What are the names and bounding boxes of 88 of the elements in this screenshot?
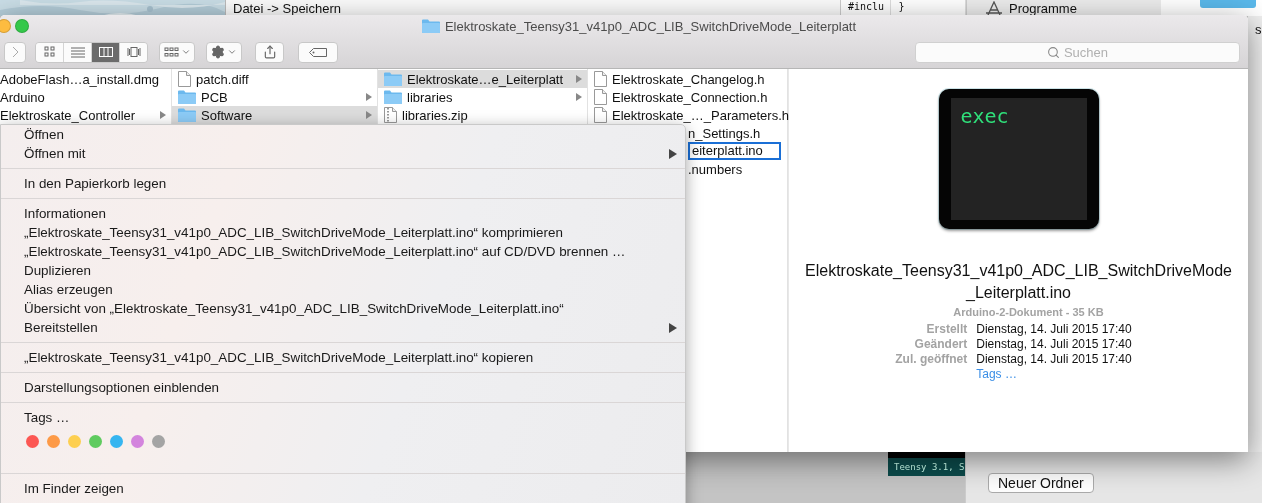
folder-icon <box>178 90 196 104</box>
file-row[interactable]: libraries.zip <box>378 106 587 124</box>
file-row[interactable]: Elektroskate_Controller <box>0 106 171 124</box>
forward-button[interactable] <box>4 41 26 63</box>
document-icon <box>594 107 607 123</box>
menu-item[interactable]: „Elektroskate_Teensy31_v41p0_ADC_LIB_SwitchDriveMode_Leiterplatt.ino“ komprimieren <box>1 223 685 242</box>
columns-icon <box>98 46 113 58</box>
icon-text: exec <box>960 104 1009 128</box>
menu-item[interactable]: Übersicht von „Elektroskate_Teensy31_v41p0_ADC_LIB_SwitchDriveMode_Leiterplatt.ino“ <box>1 299 685 318</box>
tag-color-dot[interactable] <box>47 435 60 448</box>
menu-item[interactable]: „Elektroskate_Teensy31_v41p0_ADC_LIB_SwitchDriveMode_Leiterplatt.ino“ kopieren <box>1 348 685 367</box>
menu-path-text: Datei -> Speichern <box>233 0 342 16</box>
share-icon <box>262 45 277 59</box>
tag-color-dot[interactable] <box>26 435 39 448</box>
new-folder-button[interactable]: Neuer Ordner <box>988 472 1094 493</box>
zoom-button[interactable] <box>15 19 29 33</box>
file-row[interactable]: PCB <box>172 88 377 106</box>
info-label: Zul. geöffnet <box>895 352 968 366</box>
window-edge-text: s <box>1255 22 1262 37</box>
document-icon <box>594 71 607 87</box>
chevron-right-icon <box>11 46 19 58</box>
submenu-arrow-icon <box>669 148 677 159</box>
file-row[interactable]: Elektroskate_…_Parameters.h <box>588 106 787 124</box>
menu-item[interactable]: Informationen <box>1 204 685 223</box>
tag-color-dot[interactable] <box>152 435 165 448</box>
file-row[interactable]: Elektroskate_Connection.h <box>588 88 787 106</box>
minimize-button[interactable] <box>0 19 11 33</box>
tags-link[interactable]: Tags … <box>976 367 1132 381</box>
tag-color-dot[interactable] <box>89 435 102 448</box>
chevron-down-icon <box>227 47 237 57</box>
settings-icon <box>211 45 225 59</box>
info-value: Dienstag, 14. Juli 2015 17:40 <box>976 352 1132 366</box>
file-row[interactable]: Elektroskate_Changelog.h <box>588 70 787 88</box>
menu-item[interactable]: In den Papierkorb legen <box>1 174 685 193</box>
file-row[interactable]: AdobeFlash…a_install.dmg <box>0 70 171 88</box>
list-icon <box>70 46 85 58</box>
disclosure-arrow-icon <box>366 111 372 119</box>
cover-flow-icon <box>126 46 141 58</box>
zip-file-icon <box>384 107 397 123</box>
menu-item[interactable]: Alias erzeugen <box>1 280 685 299</box>
app-store-icon <box>985 1 1003 15</box>
info-label: Geändert <box>913 337 968 351</box>
info-value: Dienstag, 14. Juli 2015 17:40 <box>976 322 1132 336</box>
grid-icon <box>42 46 57 58</box>
disclosure-arrow-icon <box>366 93 372 101</box>
selected-file-row[interactable]: Software <box>172 106 377 124</box>
menu-item[interactable]: Duplizieren <box>1 261 685 280</box>
menu-item[interactable]: Bereitstellen <box>1 318 685 337</box>
arrange-button[interactable] <box>159 41 195 63</box>
menu-item[interactable]: „Elektroskate_Teensy31_v41p0_ADC_LIB_SwitchDriveMode_Leiterplatt.ino“ auf CD/DVD brennen … <box>1 242 685 261</box>
menu-item[interactable]: Tags … <box>1 408 685 427</box>
document-icon <box>594 89 607 105</box>
search-icon <box>1046 45 1060 59</box>
view-mode-button[interactable] <box>91 42 119 62</box>
share-button[interactable] <box>255 41 284 63</box>
disclosure-arrow-icon <box>160 111 166 119</box>
chevron-down-icon <box>180 47 191 57</box>
disclosure-arrow-icon <box>576 75 582 83</box>
tag-color-dot[interactable] <box>110 435 123 448</box>
folder-icon <box>421 19 440 33</box>
window-title: Elektroskate_Teensy31_v41p0_ADC_LIB_SwitchDriveMode_Leiterplatt <box>444 18 857 34</box>
submenu-arrow-icon <box>669 322 677 333</box>
file-name: Elektroskate_Teensy31_v41p0_ADC_LIB_SwitchDriveMode_Leiterplatt.ino <box>804 261 1233 303</box>
view-mode-button[interactable] <box>36 42 63 62</box>
file-row[interactable]: Arduino <box>0 88 171 106</box>
document-icon <box>178 71 191 87</box>
action-button[interactable] <box>206 41 242 63</box>
info-label: Erstellt <box>925 322 968 336</box>
rename-field[interactable]: eiterplatt.ino <box>688 142 781 160</box>
info-value: Dienstag, 14. Juli 2015 17:40 <box>976 337 1132 351</box>
tags-button[interactable] <box>298 41 338 63</box>
file-kind-size: Arduino-2-Dokument - 35 KB <box>952 306 1104 318</box>
folder-icon <box>384 90 402 104</box>
tag-color-dot[interactable] <box>131 435 144 448</box>
file-row[interactable]: patch.diff <box>172 70 377 88</box>
folder-icon <box>178 108 196 122</box>
menu-item[interactable]: Darstellungsoptionen einblenden <box>1 378 685 397</box>
file-row[interactable]: libraries <box>378 88 587 106</box>
selected-file-row[interactable]: Elektroskate…e_Leiterplatt <box>378 70 587 88</box>
menu-item[interactable]: Im Finder zeigen <box>1 479 685 498</box>
arrange-grid-icon <box>163 46 179 58</box>
board-label: Teensy 3.1, S <box>894 462 965 472</box>
tag-color-dot[interactable] <box>68 435 81 448</box>
folder-icon <box>384 72 402 86</box>
tag-icon <box>309 47 327 57</box>
view-mode-button[interactable] <box>119 42 147 62</box>
disclosure-arrow-icon <box>576 93 582 101</box>
menu-item[interactable]: Öffnen <box>1 125 685 144</box>
